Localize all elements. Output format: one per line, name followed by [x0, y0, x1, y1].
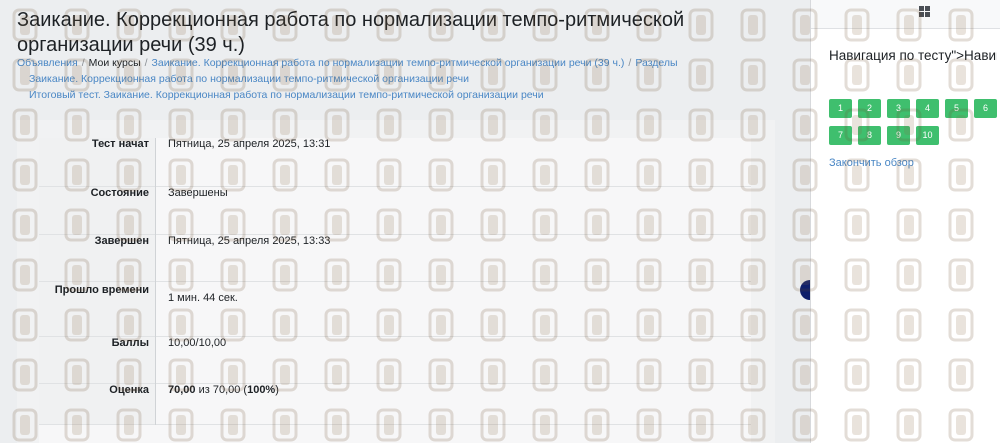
summary-value: 1 мин. 44 сек. — [168, 292, 238, 304]
question-button-1[interactable]: 1 — [829, 99, 852, 118]
summary-value: Пятница, 25 апреля 2025, 13:33 — [168, 235, 331, 247]
breadcrumb-row-2: Заикание. Коррекционная работа по нормал… — [17, 71, 777, 87]
summary-label: Оценка — [39, 383, 156, 425]
question-button-4[interactable]: 4 — [916, 99, 939, 118]
grade-text-end: ) — [275, 384, 279, 396]
main-region: Заикание. Коррекционная работа по нормал… — [0, 0, 810, 443]
question-button-8[interactable]: 8 — [858, 126, 881, 145]
quiz-navigation-title: Навигация по тесту">Навигация по тесту — [829, 48, 997, 63]
grade-score: 70,00 — [168, 384, 196, 396]
page-title: Заикание. Коррекционная работа по нормал… — [17, 9, 685, 56]
grid-icon[interactable] — [919, 6, 930, 17]
summary-row-grade: Оценка 70,00 из 70,00 (100%) — [39, 383, 752, 425]
grade-percent: 100% — [247, 384, 276, 396]
question-button-5[interactable]: 5 — [945, 99, 968, 118]
breadcrumb-item-announcements[interactable]: Объявления — [17, 57, 78, 69]
summary-row-marks: Баллы 10,00/10,00 — [39, 336, 751, 384]
summary-label: Прошло времени — [39, 281, 156, 337]
attempt-summary-table: Тест начат Пятница, 25 апреля 2025, 13:3… — [39, 138, 751, 425]
breadcrumb-item-my-courses: Мои курсы — [88, 57, 141, 69]
attempt-summary-panel: Тест начат Пятница, 25 апреля 2025, 13:3… — [17, 120, 775, 443]
summary-label: Баллы — [39, 336, 156, 384]
breadcrumb-row-1: Объявления / Мои курсы / Заикание. Коррекцио… — [17, 55, 777, 71]
question-button-7[interactable]: 7 — [829, 126, 852, 145]
finish-review-link[interactable]: Закончить обзор — [829, 157, 914, 169]
breadcrumb-row-3: Итоговый тест. Заикание. Коррекционная р… — [17, 87, 777, 103]
breadcrumb-item-section[interactable]: Заикание. Коррекционная работа по нормал… — [29, 73, 469, 85]
summary-value: Пятница, 25 апреля 2025, 13:31 — [168, 138, 331, 150]
breadcrumb-item-course[interactable]: Заикание. Коррекционная работа по нормал… — [152, 57, 625, 69]
breadcrumb-separator: / — [628, 57, 632, 69]
breadcrumb-separator: / — [81, 57, 85, 69]
summary-row-duration: Прошло времени 1 мин. 44 сек. — [39, 281, 751, 337]
summary-label: Тест начат — [39, 138, 156, 187]
summary-label: Завершен — [39, 234, 156, 282]
breadcrumb-item-final-test[interactable]: Итоговый тест. Заикание. Коррекционная р… — [29, 89, 544, 101]
summary-label: Состояние — [39, 186, 156, 235]
summary-row-completed: Завершен Пятница, 25 апреля 2025, 13:33 — [39, 234, 751, 282]
quiz-navigation-drawer: Навигация по тесту">Навигация по тесту 1… — [810, 0, 1000, 443]
breadcrumb: Объявления / Мои курсы / Заикание. Коррекцио… — [17, 55, 777, 103]
summary-value: Завершены — [168, 187, 228, 199]
breadcrumb-item-sections[interactable]: Разделы — [635, 57, 677, 69]
summary-row-state: Состояние Завершены — [39, 186, 751, 235]
question-button-2[interactable]: 2 — [858, 99, 881, 118]
breadcrumb-separator: / — [144, 57, 148, 69]
attempt-summary-inner: Тест начат Пятница, 25 апреля 2025, 13:3… — [39, 138, 751, 443]
question-button-6[interactable]: 6 — [974, 99, 997, 118]
summary-value-grade: 70,00 из 70,00 (100%) — [156, 384, 752, 425]
question-button-9[interactable]: 9 — [887, 126, 910, 145]
summary-value: 10,00/10,00 — [168, 337, 227, 349]
grade-text: из 70,00 ( — [195, 384, 248, 396]
question-button-10[interactable]: 10 — [916, 126, 939, 145]
question-button-3[interactable]: 3 — [887, 99, 910, 118]
summary-row-started: Тест начат Пятница, 25 апреля 2025, 13:3… — [39, 138, 751, 187]
drawer-topbar — [811, 0, 1000, 29]
